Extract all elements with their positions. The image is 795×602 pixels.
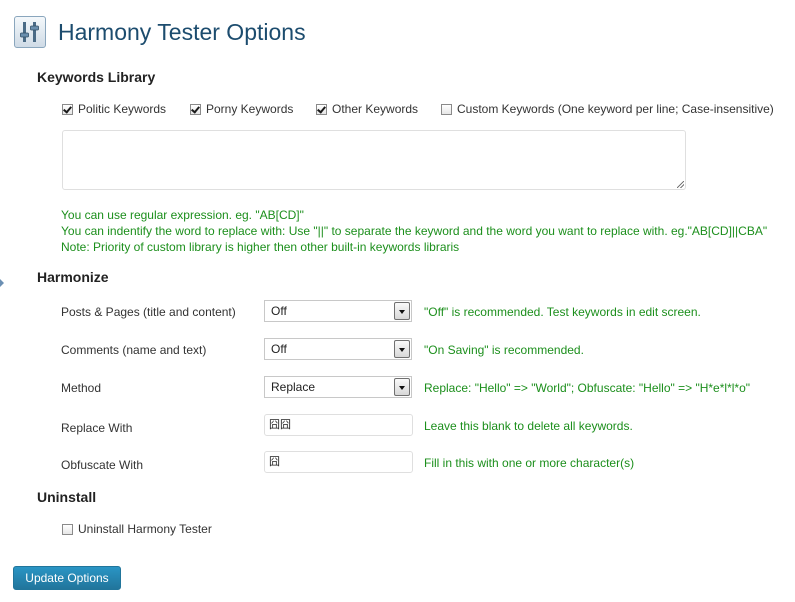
settings-sliders-icon: [14, 16, 46, 48]
method-hint: Replace: "Hello" => "World"; Obfuscate: …: [424, 381, 751, 395]
obfuscate-with-hint: Fill in this with one or more character(…: [424, 456, 635, 470]
replace-with-label: Replace With: [61, 421, 133, 435]
page-title: Harmony Tester Options: [58, 19, 306, 45]
comments-select-value: Off: [271, 342, 287, 356]
method-label: Method: [61, 381, 102, 395]
posts-pages-hint: "Off" is recommended. Test keywords in e…: [424, 305, 701, 319]
uninstall-option[interactable]: Uninstall Harmony Tester: [62, 522, 212, 536]
politic-keywords-option[interactable]: Politic Keywords: [62, 102, 166, 116]
obfuscate-with-input[interactable]: 囧: [264, 451, 413, 473]
textarea-resize-grip[interactable]: [677, 181, 684, 188]
posts-pages-select-value: Off: [271, 304, 287, 318]
method-select-value: Replace: [271, 380, 316, 394]
posts-pages-label: Posts & Pages (title and content): [61, 305, 236, 319]
update-options-button[interactable]: Update Options: [13, 566, 121, 590]
priority-note: Note: Priority of custom library is high…: [61, 240, 460, 254]
comments-hint: "On Saving" is recommended.: [424, 343, 584, 357]
comments-select[interactable]: Off: [264, 338, 412, 360]
politic-keywords-label[interactable]: Politic Keywords: [78, 102, 166, 116]
other-keywords-option[interactable]: Other Keywords: [316, 102, 418, 116]
chevron-down-icon[interactable]: [394, 378, 410, 396]
uninstall-checkbox[interactable]: [62, 523, 73, 535]
other-keywords-checkbox[interactable]: [316, 103, 327, 115]
other-keywords-label[interactable]: Other Keywords: [332, 102, 418, 116]
obfuscate-with-label: Obfuscate With: [61, 458, 144, 472]
custom-keywords-textarea[interactable]: [62, 130, 686, 190]
custom-keywords-option[interactable]: Custom Keywords (One keyword per line; C…: [441, 102, 774, 116]
collapse-arrow-icon[interactable]: [0, 279, 4, 287]
replace-syntax-note: You can indentify the word to replace wi…: [61, 224, 768, 238]
custom-keywords-checkbox[interactable]: [441, 103, 452, 115]
comments-label: Comments (name and text): [61, 343, 207, 357]
uninstall-heading: Uninstall: [37, 489, 97, 505]
chevron-down-icon[interactable]: [394, 302, 410, 320]
method-select[interactable]: Replace: [264, 376, 412, 398]
replace-with-hint: Leave this blank to delete all keywords.: [424, 419, 633, 433]
porny-keywords-label[interactable]: Porny Keywords: [206, 102, 293, 116]
uninstall-label[interactable]: Uninstall Harmony Tester: [78, 522, 212, 536]
replace-with-input[interactable]: 囧囧: [264, 414, 413, 436]
keywords-library-heading: Keywords Library: [37, 69, 156, 85]
regex-note: You can use regular expression. eg. "AB[…: [61, 208, 304, 222]
porny-keywords-checkbox[interactable]: [190, 103, 201, 115]
custom-keywords-label[interactable]: Custom Keywords (One keyword per line; C…: [457, 102, 774, 116]
posts-pages-select[interactable]: Off: [264, 300, 412, 322]
politic-keywords-checkbox[interactable]: [62, 103, 73, 115]
porny-keywords-option[interactable]: Porny Keywords: [190, 102, 293, 116]
chevron-down-icon[interactable]: [394, 340, 410, 358]
harmonize-heading: Harmonize: [37, 269, 109, 285]
